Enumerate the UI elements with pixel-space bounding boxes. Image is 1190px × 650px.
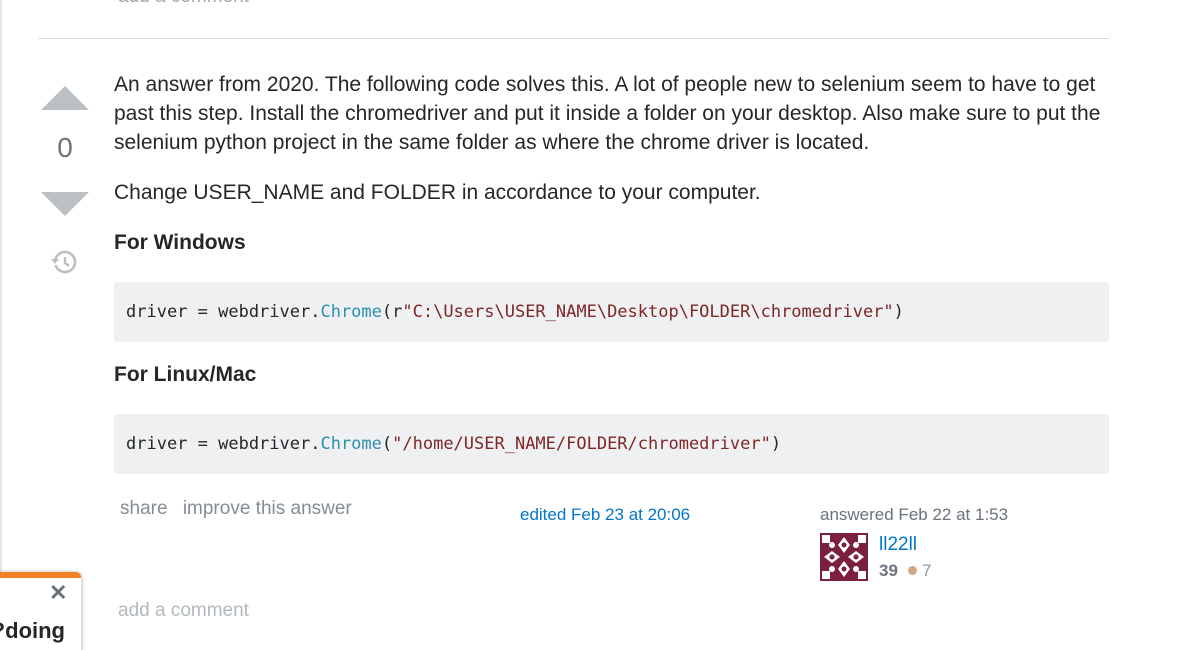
add-comment-link-top[interactable]: add a comment <box>118 0 249 8</box>
user-name-link[interactable]: ll22ll <box>879 534 917 556</box>
close-icon[interactable]: ✕ <box>49 582 67 604</box>
code-string: "C:\Users\USER_NAME\Desktop\FOLDER\chrom… <box>402 302 894 322</box>
answer-paragraph-1: An answer from 2020. The following code … <box>114 73 1101 154</box>
popup-text: doing? <box>0 618 65 643</box>
code-text: ( <box>381 434 393 454</box>
code-text: driver = webdriver. <box>126 302 321 322</box>
page: add a comment 0 An answer from 2020. The… <box>0 0 1190 650</box>
code-text: ) <box>770 434 782 454</box>
code-string: "/home/USER_NAME/FOLDER/chromedriver" <box>392 434 771 454</box>
bronze-badge-icon <box>908 566 917 575</box>
code-text: (r <box>381 302 403 322</box>
user-avatar[interactable] <box>820 533 868 581</box>
improve-answer-link[interactable]: improve this answer <box>183 498 352 519</box>
divider <box>38 38 1109 39</box>
code-block-linux-mac[interactable]: driver = webdriver.Chrome("/home/USER_NA… <box>114 414 1109 474</box>
post-menu: share improve this answer <box>120 498 362 520</box>
vote-count: 0 <box>57 132 73 163</box>
bronze-badge-count: 7 <box>922 561 932 580</box>
code-text: ) <box>893 302 904 322</box>
heading-windows: For Windows <box>114 231 246 254</box>
edited-timestamp-link[interactable]: edited Feb 23 at 20:06 <box>520 505 690 525</box>
code-function: Chrome <box>320 302 382 322</box>
feedback-popup: ✕ doing? <box>0 572 81 650</box>
user-reputation: 39 <box>879 561 898 580</box>
code-block-windows[interactable]: driver = webdriver.Chrome(r"C:\Users\USE… <box>114 282 1109 342</box>
answered-timestamp: answered Feb 22 at 1:53 <box>820 505 1009 524</box>
vote-down-arrow-icon[interactable] <box>41 192 89 216</box>
share-link[interactable]: share <box>120 498 168 519</box>
code-text: driver = webdriver. <box>126 434 321 454</box>
code-function: Chrome <box>320 434 382 454</box>
left-border <box>0 0 2 650</box>
answer-paragraph-2: Change USER_NAME and FOLDER in accordanc… <box>114 181 761 204</box>
add-comment-link[interactable]: add a comment <box>118 600 249 622</box>
history-icon[interactable] <box>50 248 78 276</box>
vote-up-arrow-icon[interactable] <box>41 86 89 110</box>
heading-linux-mac: For Linux/Mac <box>114 363 257 386</box>
